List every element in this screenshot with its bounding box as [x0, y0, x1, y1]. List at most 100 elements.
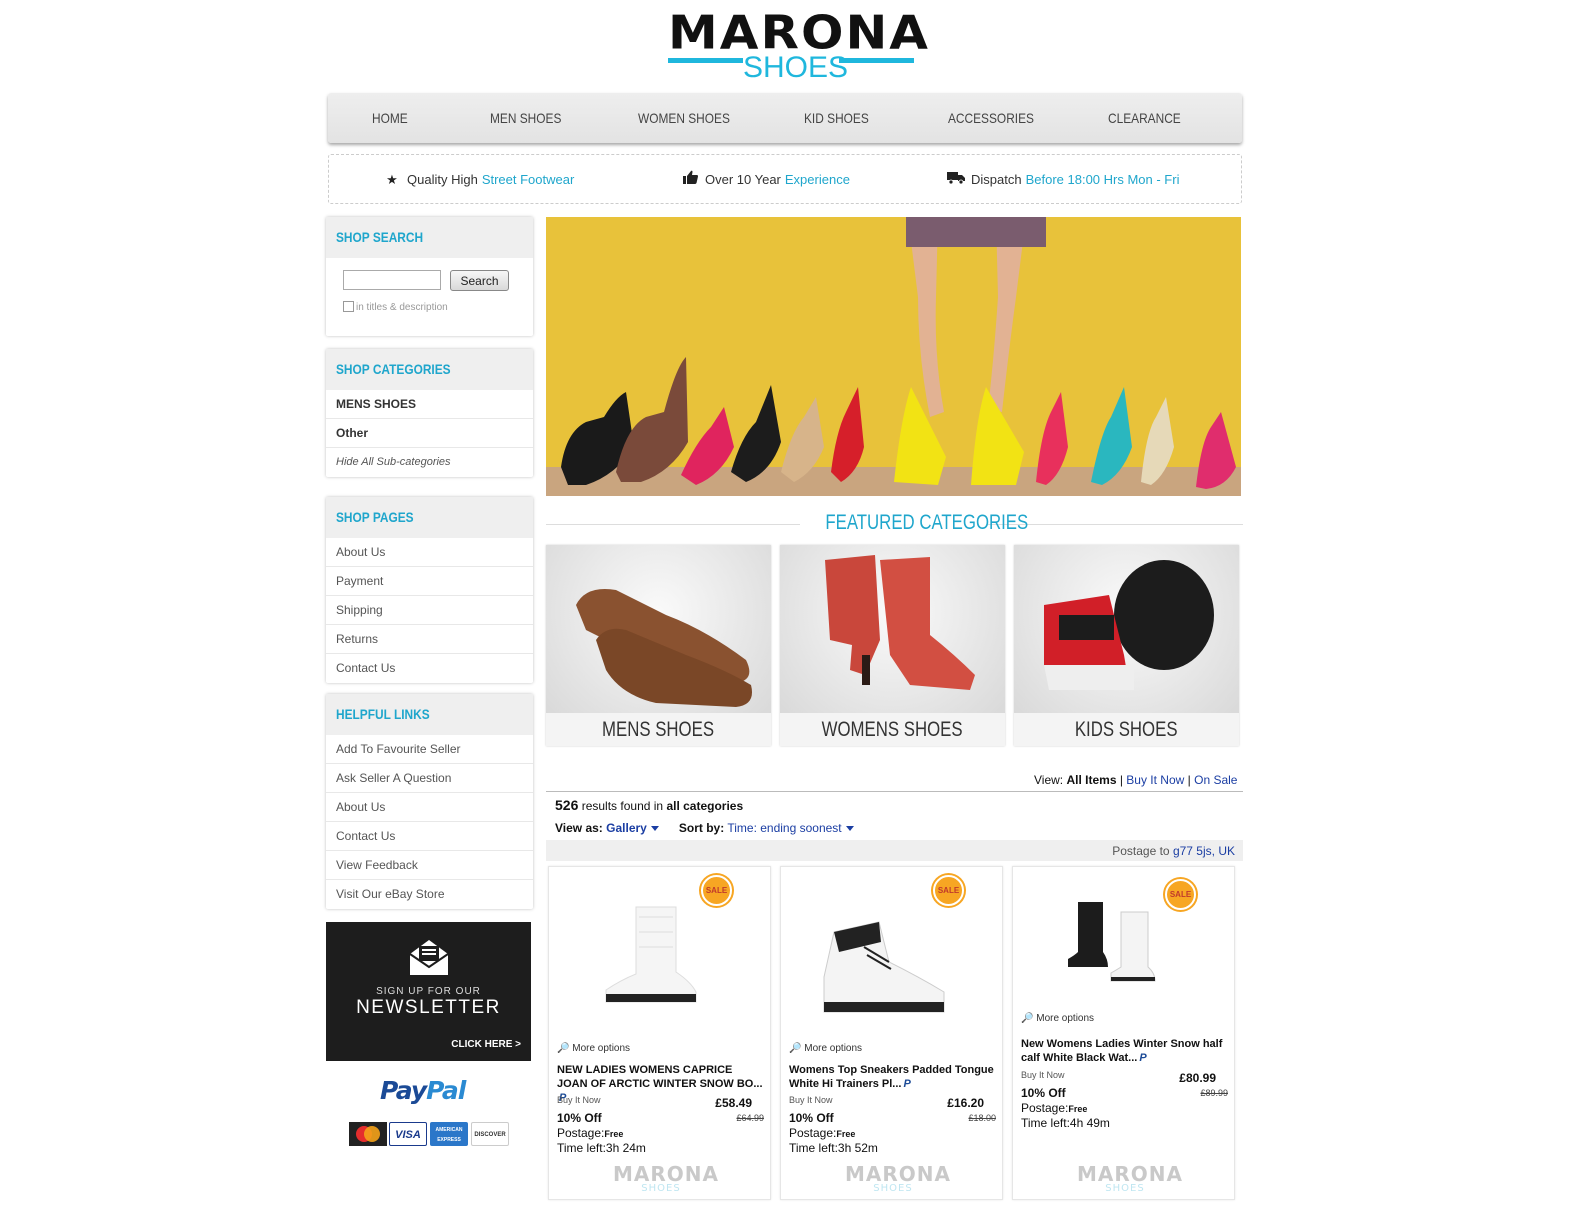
product-image	[605, 906, 697, 1003]
nav-accessories[interactable]: ACCESSORIES	[948, 93, 1034, 143]
product-card[interactable]: SALE 🔎 More options NEW LADIES WOMENS CA…	[548, 866, 771, 1200]
shop-pages-box: SHOP PAGES About Us Payment Shipping Ret…	[326, 497, 533, 683]
shop-search-box: SHOP SEARCH Search in titles & descripti…	[326, 217, 533, 336]
page-link-returns[interactable]: Returns	[326, 625, 533, 654]
buy-it-now-label: Buy It Now	[557, 1095, 601, 1105]
view-sort-controls: View as: Gallery Sort by: Time: ending s…	[555, 821, 854, 835]
thumbs-up-icon	[681, 155, 699, 205]
featured-kids-shoes[interactable]: KIDS SHOES	[1014, 545, 1239, 746]
nav-women-shoes[interactable]: WOMEN SHOES	[638, 93, 730, 143]
more-options[interactable]: 🔎 More options	[789, 1043, 862, 1054]
womens-shoes-image	[780, 545, 1005, 713]
postage-info: Postage:Free	[1021, 1101, 1088, 1115]
time-left: Time left:4h 49m	[1021, 1116, 1110, 1130]
product-was-price: £18.00	[968, 1113, 996, 1123]
results-found-text: results found in	[581, 799, 664, 813]
sale-badge: SALE	[701, 875, 732, 906]
paypal-icon: P	[1139, 1052, 1147, 1064]
feature-experience-label: Over 10 Year	[705, 172, 781, 187]
mens-shoes-label: MENS SHOES	[602, 718, 715, 741]
feature-quality: ★ Quality High Street Footwear	[383, 155, 574, 205]
logo-wordmark: MARONA	[668, 6, 930, 60]
nav-men-shoes[interactable]: MEN SHOES	[490, 93, 561, 143]
helpful-links-title: HELPFUL LINKS	[326, 694, 533, 735]
more-options[interactable]: 🔎 More options	[1021, 1013, 1094, 1024]
link-visit-ebay-store[interactable]: Visit Our eBay Store	[326, 880, 533, 909]
page-link-about-us[interactable]: About Us	[326, 538, 533, 567]
nav-kid-shoes[interactable]: KID SHOES	[804, 93, 869, 143]
link-view-feedback[interactable]: View Feedback	[326, 851, 533, 880]
paypal-logo-pal: Pal	[426, 1076, 466, 1105]
search-description-checkbox[interactable]	[343, 301, 354, 312]
shop-pages-title: SHOP PAGES	[326, 497, 533, 538]
view-as-dropdown[interactable]: Gallery	[606, 821, 659, 835]
feature-experience-highlight: Experience	[784, 172, 850, 187]
view-as-label: View as:	[555, 821, 603, 835]
watermark-logo: MARONA SHOES	[845, 1162, 951, 1194]
magnifier-icon: 🔎	[789, 1043, 802, 1054]
postage-info: Postage:Free	[789, 1126, 856, 1140]
feature-dispatch-label: Dispatch	[971, 172, 1022, 187]
featured-mens-shoes[interactable]: MENS SHOES	[546, 545, 771, 746]
search-button[interactable]: Search	[450, 270, 509, 291]
postage-location-link[interactable]: g77 5js, UK	[1173, 844, 1235, 858]
sale-badge: SALE	[1165, 879, 1196, 910]
watermark-logo: MARONA SHOES	[1077, 1162, 1183, 1194]
main-nav: HOME MEN SHOES WOMEN SHOES KID SHOES ACC…	[328, 93, 1242, 143]
product-image	[1068, 902, 1156, 982]
time-left: Time left:3h 24m	[557, 1141, 646, 1155]
category-mens-shoes[interactable]: MENS SHOES	[326, 390, 533, 419]
shop-categories-title: SHOP CATEGORIES	[326, 349, 533, 390]
featured-womens-shoes[interactable]: WOMENS SHOES	[780, 545, 1005, 746]
shop-search-title: SHOP SEARCH	[326, 217, 533, 258]
newsletter-signup-banner[interactable]: SIGN UP FOR OUR NEWSLETTER CLICK HERE >	[326, 922, 531, 1061]
chevron-down-icon	[845, 826, 854, 832]
link-about-us[interactable]: About Us	[326, 793, 533, 822]
search-checkbox-label: in titles & description	[356, 302, 448, 313]
page-link-shipping[interactable]: Shipping	[326, 596, 533, 625]
product-title[interactable]: New Womens Ladies Winter Snow half calf …	[1021, 1037, 1229, 1065]
nav-home[interactable]: HOME	[372, 93, 408, 143]
product-was-price: £89.99	[1200, 1088, 1228, 1098]
hide-subcategories-link[interactable]: Hide All Sub-categories	[326, 448, 533, 477]
page-link-payment[interactable]: Payment	[326, 567, 533, 596]
product-card[interactable]: SALE 🔎 More options New Womens Ladies Wi…	[1012, 866, 1235, 1200]
discover-icon: DISCOVER	[471, 1122, 509, 1146]
site-logo[interactable]: MARONA SHOES	[668, 6, 930, 86]
results-divider	[546, 791, 1243, 792]
magnifier-icon: 🔎	[557, 1043, 570, 1054]
discount-label: 10% Off	[789, 1111, 834, 1125]
newsletter-small-text: SIGN UP FOR OUR	[376, 986, 481, 997]
product-price: £58.49	[715, 1096, 752, 1110]
link-add-favourite-seller[interactable]: Add To Favourite Seller	[326, 735, 533, 764]
chevron-down-icon	[650, 826, 659, 832]
category-other[interactable]: Other	[326, 419, 533, 448]
search-input[interactable]	[343, 270, 441, 290]
newsletter-heading: NEWSLETTER	[356, 997, 501, 1018]
view-all-items[interactable]: All Items	[1066, 773, 1116, 787]
product-price: £80.99	[1179, 1071, 1216, 1085]
sort-by-dropdown[interactable]: Time: ending soonest	[727, 821, 854, 835]
results-count-number: 526	[555, 797, 579, 813]
link-contact-us[interactable]: Contact Us	[326, 822, 533, 851]
buy-it-now-label: Buy It Now	[789, 1095, 833, 1105]
discount-label: 10% Off	[1021, 1086, 1066, 1100]
featured-categories-title: FEATURED CATEGORIES	[800, 508, 1028, 538]
view-buy-it-now[interactable]: Buy It Now	[1126, 773, 1184, 787]
envelope-icon	[409, 940, 449, 975]
postage-bar: Postage to g77 5js, UK	[546, 840, 1243, 861]
logo-subtitle: SHOES	[743, 51, 849, 84]
feature-experience: Over 10 Year Experience	[681, 155, 850, 205]
more-options[interactable]: 🔎 More options	[557, 1043, 630, 1054]
product-title[interactable]: Womens Top Sneakers Padded Tongue White …	[789, 1063, 997, 1091]
kids-shoes-image	[1014, 545, 1239, 713]
paypal-logo: PayPal	[380, 1076, 480, 1110]
view-on-sale[interactable]: On Sale	[1194, 773, 1237, 787]
product-card[interactable]: SALE 🔎 More options Womens Top Sneakers …	[780, 866, 1003, 1200]
shop-categories-box: SHOP CATEGORIES MENS SHOES Other Hide Al…	[326, 349, 533, 477]
newsletter-cta[interactable]: CLICK HERE >	[451, 1039, 521, 1050]
page-link-contact-us[interactable]: Contact Us	[326, 654, 533, 683]
link-ask-seller-question[interactable]: Ask Seller A Question	[326, 764, 533, 793]
nav-clearance[interactable]: CLEARANCE	[1108, 93, 1181, 143]
product-was-price: £64.99	[736, 1113, 764, 1123]
